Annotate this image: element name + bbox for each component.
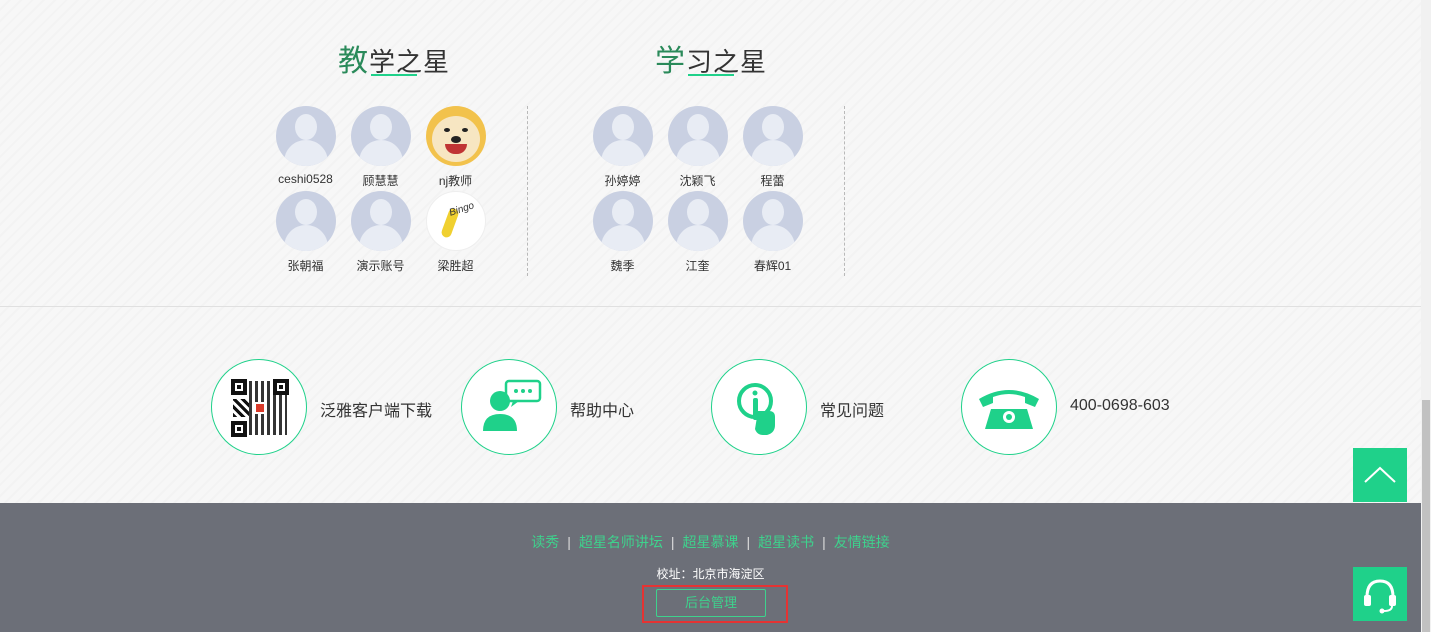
teaching-stars-underline [371, 74, 417, 76]
teaching-star-person[interactable]: 演示账号 [343, 191, 418, 274]
learning-star-person[interactable]: 程蕾 [735, 106, 810, 189]
person-name: 春辉01 [753, 259, 792, 273]
learning-star-person[interactable]: 孙婷婷 [585, 106, 660, 189]
back-to-top-button[interactable] [1353, 448, 1407, 502]
service-label: 常见问题 [820, 403, 885, 420]
teaching-star-person[interactable]: ceshi0528 [268, 106, 343, 186]
person-name: 程蕾 [760, 174, 785, 188]
headset-icon [1364, 579, 1396, 614]
learning-stars-underline [688, 74, 734, 76]
footer-link-mooc[interactable]: 超星慕课 [675, 534, 747, 550]
stars-section: 教学之星 ceshi0528 顾慧慧 nj教师 张朝福 演示账号 Bingo 梁… [0, 0, 1421, 306]
service-label: 帮助中心 [570, 403, 635, 420]
admin-management-button[interactable]: 后台管理 [656, 589, 766, 617]
person-name: 魏季 [610, 259, 635, 273]
services-section: 泛雅客户端下载 帮助中心 常见问题 400-0698-603 [0, 306, 1421, 503]
footer-links: 读秀 | 超星名师讲坛 | 超星慕课 | 超星读书 | 友情链接 [0, 532, 1421, 552]
teaching-star-person[interactable]: Bingo 梁胜超 [418, 191, 493, 274]
person-name: 沈颖飞 [679, 174, 716, 188]
learning-star-person[interactable]: 春辉01 [735, 191, 810, 274]
person-name: ceshi0528 [278, 172, 333, 186]
footer-link-duxiu[interactable]: 读秀 [523, 534, 567, 550]
teaching-star-person[interactable]: nj教师 [418, 106, 493, 189]
customer-service-button[interactable] [1353, 567, 1407, 621]
person-name: 梁胜超 [437, 259, 474, 273]
footer: 读秀 | 超星名师讲坛 | 超星慕课 | 超星读书 | 友情链接 校址：北京市海淀区 后台管理 [0, 503, 1421, 632]
footer-link-friends[interactable]: 友情链接 [826, 534, 898, 550]
default-avatar-icon [350, 191, 411, 251]
telephone-icon [979, 390, 1039, 429]
service-label: 泛雅客户端下载 [320, 403, 433, 420]
support-person-icon [483, 379, 542, 431]
default-avatar-icon [275, 106, 336, 166]
default-avatar-icon [742, 106, 803, 166]
service-circle [461, 359, 557, 455]
person-name: 江奎 [685, 259, 710, 273]
bingo-sticker-avatar: Bingo [425, 191, 486, 251]
qr-code-icon [231, 379, 289, 437]
person-name: 演示账号 [356, 259, 405, 273]
teaching-star-person[interactable]: 张朝福 [268, 191, 343, 274]
footer-link-lectures[interactable]: 超星名师讲坛 [571, 534, 671, 550]
learning-star-person[interactable]: 沈颖飞 [660, 106, 735, 189]
service-circle [961, 359, 1057, 455]
default-avatar-icon [350, 106, 411, 166]
teaching-star-person[interactable]: 顾慧慧 [343, 106, 418, 189]
person-name: 张朝福 [287, 259, 324, 273]
vertical-scrollbar[interactable] [1421, 0, 1431, 632]
default-avatar-icon [275, 191, 336, 251]
service-circle [211, 359, 307, 455]
learning-star-person[interactable]: 江奎 [660, 191, 735, 274]
default-avatar-icon [592, 106, 653, 166]
default-avatar-icon [667, 191, 728, 251]
scrollbar-thumb[interactable] [1422, 400, 1430, 632]
column-divider [527, 106, 528, 276]
learning-star-person[interactable]: 魏季 [585, 191, 660, 274]
default-avatar-icon [742, 191, 803, 251]
dog-photo-avatar [425, 106, 486, 166]
default-avatar-icon [667, 106, 728, 166]
service-label: 400-0698-603 [1070, 397, 1170, 414]
info-touch-icon [737, 383, 775, 435]
person-name: nj教师 [438, 174, 473, 188]
column-divider [844, 106, 845, 276]
chevron-up-icon [1364, 466, 1396, 483]
default-avatar-icon [592, 191, 653, 251]
person-name: 孙婷婷 [604, 174, 641, 188]
page-background: 教学之星 ceshi0528 顾慧慧 nj教师 张朝福 演示账号 Bingo 梁… [0, 0, 1421, 632]
service-circle [711, 359, 807, 455]
footer-link-reading[interactable]: 超星读书 [750, 534, 822, 550]
school-address: 校址：北京市海淀区 [656, 567, 765, 581]
person-name: 顾慧慧 [362, 174, 399, 188]
